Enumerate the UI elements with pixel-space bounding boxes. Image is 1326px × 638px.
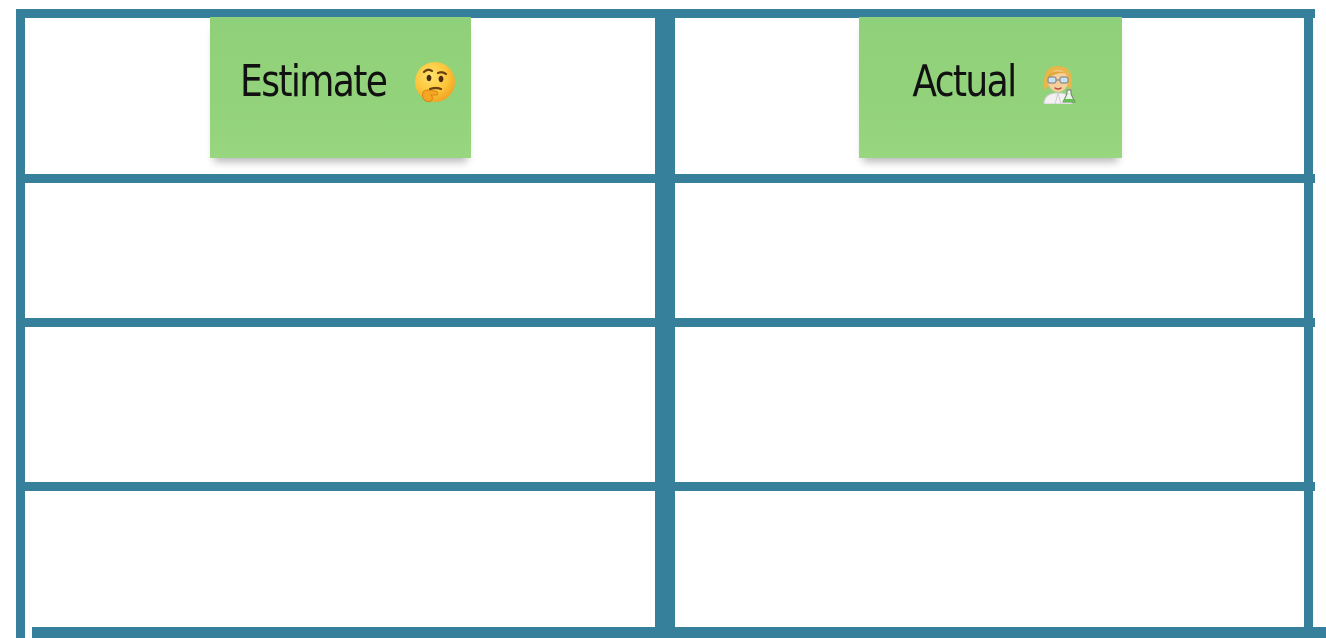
cell-actual-row-4[interactable] bbox=[675, 491, 1304, 627]
thinking-face-icon bbox=[413, 60, 457, 104]
frame-line-column-divider bbox=[655, 9, 675, 638]
frame-line-right bbox=[1304, 9, 1313, 638]
cell-estimate-row-3[interactable] bbox=[25, 327, 655, 482]
sticky-note-actual[interactable]: Actual bbox=[859, 17, 1122, 158]
cell-estimate-row-2[interactable] bbox=[25, 183, 655, 318]
sticky-note-actual-label: Actual bbox=[911, 55, 1017, 107]
cell-actual-row-3[interactable] bbox=[675, 327, 1304, 482]
sticky-note-estimate[interactable]: Estimate bbox=[210, 17, 471, 158]
sticky-note-estimate-label: Estimate bbox=[240, 55, 388, 107]
cell-estimate-row-4[interactable] bbox=[25, 491, 655, 627]
estimate-vs-actual-board: Estimate Actual bbox=[0, 0, 1326, 638]
woman-scientist-icon bbox=[1036, 60, 1080, 104]
frame-line-left bbox=[16, 9, 25, 638]
frame-line-bottom bbox=[32, 627, 1326, 638]
cell-actual-row-2[interactable] bbox=[675, 183, 1304, 318]
